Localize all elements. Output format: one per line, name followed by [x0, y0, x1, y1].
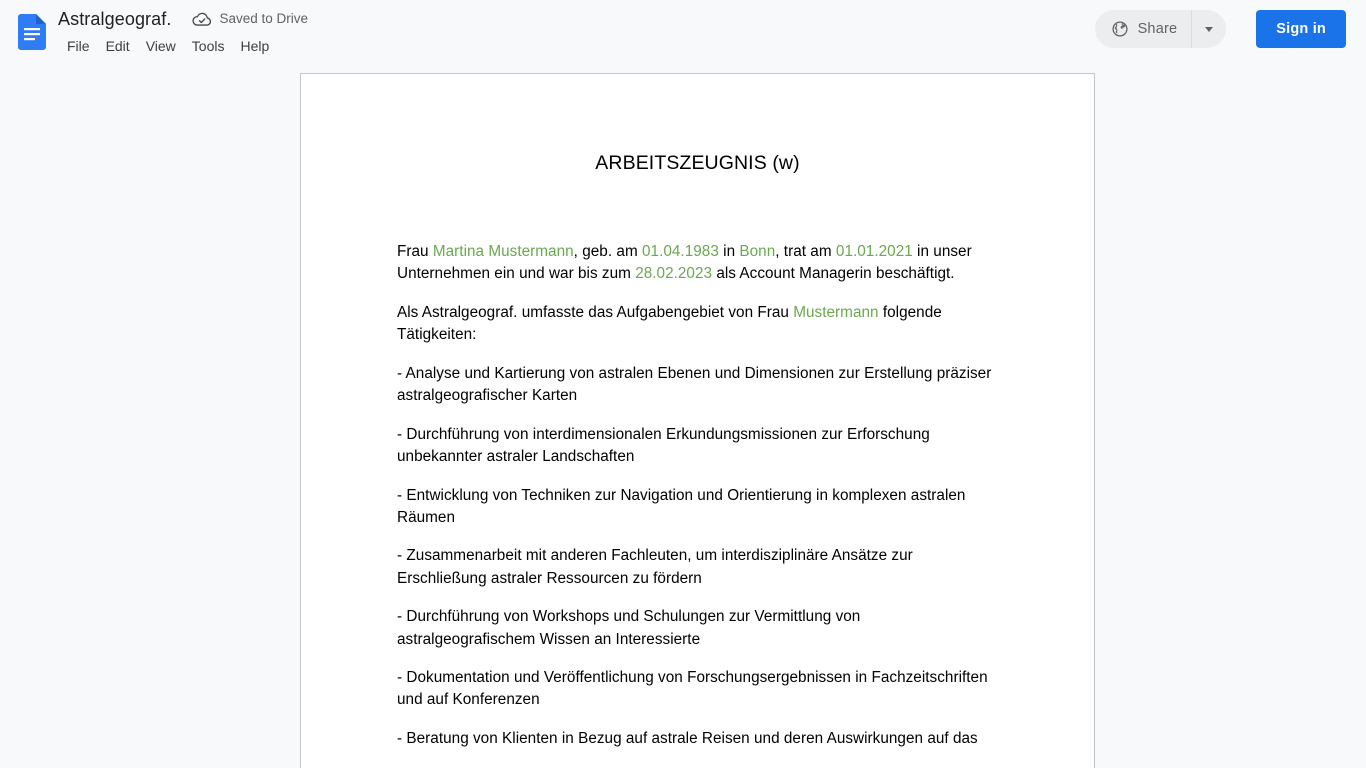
save-status-label: Saved to Drive [219, 11, 309, 26]
document-page[interactable]: ARBEITSZEUGNIS (w) Frau Martina Musterma… [300, 73, 1095, 768]
google-docs-icon [18, 14, 46, 50]
share-button-group: Share [1094, 10, 1227, 48]
document-paragraph-duty-6: - Dokumentation und Veröffentlichung von… [397, 667, 998, 711]
menu-item-file[interactable]: File [59, 34, 98, 58]
globe-icon [1111, 20, 1129, 38]
document-paragraph-duty-3: - Entwicklung von Techniken zur Navigati… [397, 485, 998, 529]
document-paragraph-duties-intro: Als Astralgeograf. umfasste das Aufgaben… [397, 302, 998, 346]
chevron-down-icon [1205, 26, 1214, 32]
highlighted-value: 01.04.1983 [642, 242, 719, 260]
text-run: , geb. am [573, 242, 642, 260]
cloud-check-icon [192, 9, 212, 29]
share-button[interactable]: Share [1095, 10, 1193, 48]
document-paragraph-list: Frau Martina Mustermann, geb. am 01.04.1… [397, 241, 998, 750]
menu-item-edit[interactable]: Edit [98, 34, 138, 58]
highlighted-value: Mustermann [793, 303, 879, 321]
title-row: Astralgeograf. Saved to Drive [58, 7, 308, 31]
text-run: - Durchführung von Workshops und Schulun… [397, 608, 861, 648]
text-run: - Dokumentation und Veröffentlichung von… [397, 669, 988, 709]
document-paragraph-intro: Frau Martina Mustermann, geb. am 01.04.1… [397, 241, 998, 285]
document-body: ARBEITSZEUGNIS (w) Frau Martina Musterma… [301, 74, 1094, 750]
share-dropdown-button[interactable] [1192, 10, 1226, 48]
document-title[interactable]: Astralgeograf. [58, 7, 171, 31]
document-heading: ARBEITSZEUGNIS (w) [595, 152, 800, 174]
text-run: - Durchführung von interdimensionalen Er… [397, 425, 930, 465]
highlighted-value: Bonn [739, 242, 776, 260]
header-actions: Share Sign in [1094, 10, 1346, 48]
highlighted-value: 01.01.2021 [835, 242, 913, 260]
document-canvas[interactable]: ARBEITSZEUGNIS (w) Frau Martina Musterma… [0, 64, 1366, 768]
text-run: , trat am [775, 242, 836, 260]
text-run: - Zusammenarbeit mit anderen Fachleuten,… [397, 547, 913, 587]
text-run: - Beratung von Klienten in Bezug auf ast… [397, 730, 978, 748]
sign-in-button[interactable]: Sign in [1256, 10, 1346, 48]
title-and-menu-block: Astralgeograf. Saved to Drive File Edit … [58, 7, 308, 58]
share-button-label: Share [1137, 21, 1178, 37]
text-run: - Analyse und Kartierung von astralen Eb… [397, 364, 992, 404]
menu-bar: File Edit View Tools Help [59, 34, 308, 58]
text-run: Als Astralgeograf. umfasste das Aufgaben… [397, 303, 794, 321]
menu-item-tools[interactable]: Tools [184, 34, 233, 58]
text-run: in [718, 242, 740, 260]
menu-item-help[interactable]: Help [232, 34, 277, 58]
text-run: Frau [397, 242, 433, 260]
document-paragraph-duty-1: - Analyse und Kartierung von astralen Eb… [397, 363, 998, 407]
document-paragraph-duty-2: - Durchführung von interdimensionalen Er… [397, 424, 998, 468]
menu-item-view[interactable]: View [138, 34, 184, 58]
app-header: Astralgeograf. Saved to Drive File Edit … [0, 0, 1366, 64]
text-run: - Entwicklung von Techniken zur Navigati… [397, 486, 966, 526]
save-status: Saved to Drive [192, 7, 308, 31]
text-run: als Account Managerin beschäftigt. [712, 265, 955, 283]
document-paragraph-duty-4: - Zusammenarbeit mit anderen Fachleuten,… [397, 545, 998, 589]
document-paragraph-duty-5: - Durchführung von Workshops und Schulun… [397, 606, 998, 650]
document-paragraph-duty-7: - Beratung von Klienten in Bezug auf ast… [397, 728, 998, 750]
highlighted-value: 28.02.2023 [635, 265, 713, 283]
highlighted-value: Martina Mustermann [432, 242, 574, 260]
